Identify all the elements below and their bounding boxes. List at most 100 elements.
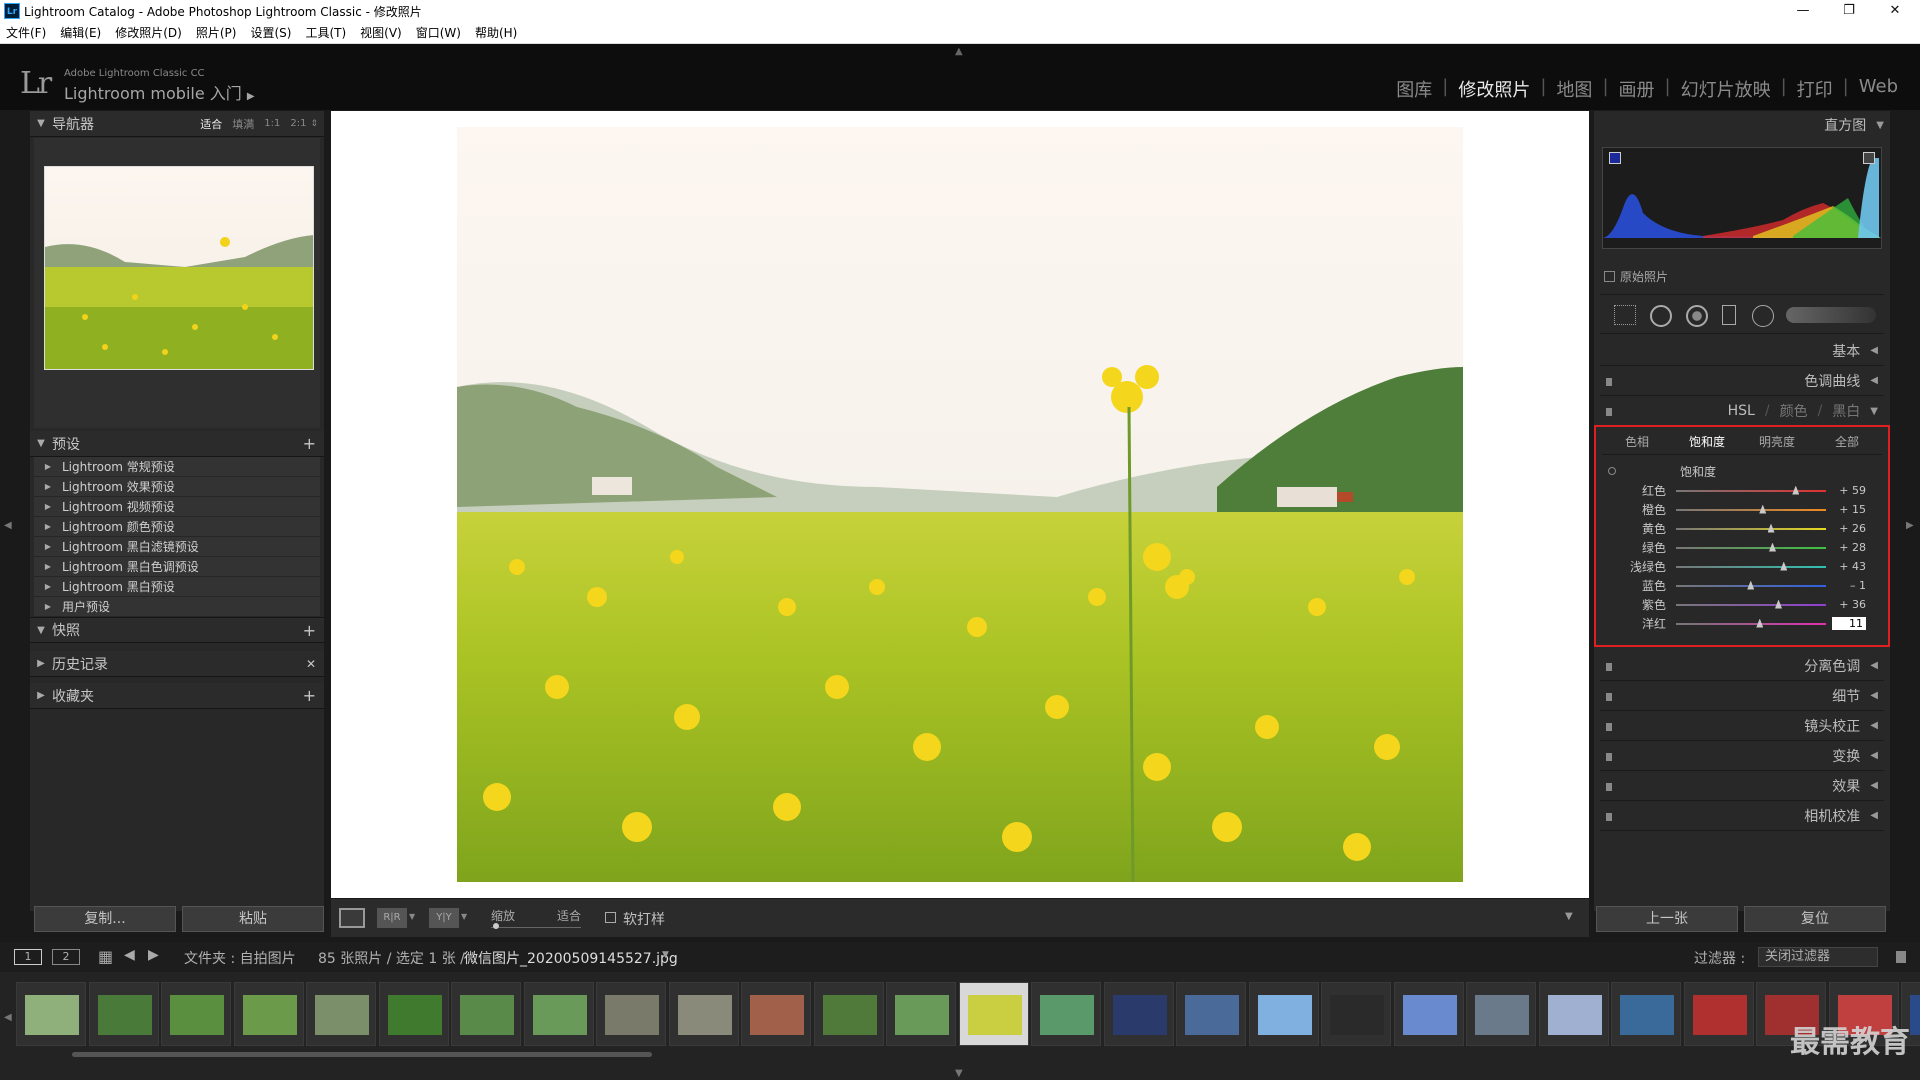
module-print[interactable]: 打印 [1787,76,1843,102]
filmstrip-thumbnail[interactable] [1031,982,1101,1046]
menu-tools[interactable]: 工具(T) [305,24,346,41]
filmstrip-thumbnail[interactable] [1321,982,1391,1046]
effects-panel-header[interactable]: 效果 ◀ [1600,771,1884,801]
hsl-slider-track[interactable] [1676,618,1826,628]
menu-photo[interactable]: 照片(P) [196,24,237,41]
maximize-button[interactable]: ❐ [1826,0,1872,22]
back-arrow-icon[interactable]: ◀ [124,947,135,963]
hsl-slider-thumb[interactable] [1792,485,1800,495]
collapse-right-icon[interactable]: ▶ [1906,520,1914,531]
hsl-slider-thumb[interactable] [1747,580,1755,590]
transform-panel-header[interactable]: 变换 ◀ [1600,741,1884,771]
hsl-slider-row[interactable]: 橙色 + 15 [1596,500,1888,519]
presets-header[interactable]: ▼ 预设 + [30,431,324,457]
add-collection-icon[interactable]: + [303,686,316,705]
hsl-slider-thumb[interactable] [1767,523,1775,533]
preset-folder-item[interactable]: ▶ Lightroom 常规预设 [34,457,320,477]
main-photo[interactable] [457,127,1463,882]
paste-settings-button[interactable]: 粘贴 [182,906,324,932]
filmstrip-thumbnail[interactable] [233,982,304,1046]
zoom-1-1[interactable]: 1:1 [264,118,280,129]
menu-file[interactable]: 文件(F) [6,24,46,41]
radial-filter-icon[interactable] [1752,305,1774,327]
module-map[interactable]: 地图 [1546,76,1602,102]
hsl-slider-value[interactable]: + 43 [1826,560,1866,573]
previous-button[interactable]: 上一张 [1596,906,1738,932]
panel-toggle-switch[interactable] [1606,783,1612,791]
module-slideshow[interactable]: 幻灯片放映 [1671,76,1781,102]
hsl-slider-track[interactable] [1676,580,1826,590]
histogram[interactable] [1602,147,1882,249]
grid-view-icon[interactable]: ▦ [98,947,113,966]
hsl-slider-track[interactable] [1676,561,1826,571]
lens-correction-panel-header[interactable]: 镜头校正 ◀ [1600,711,1884,741]
filmstrip-thumbnail[interactable] [741,982,811,1046]
before-after-yy-icon[interactable]: Y|Y [429,908,459,928]
module-library[interactable]: 图库 [1386,76,1442,102]
filmstrip-thumbnail[interactable] [451,982,521,1046]
zoom-fill[interactable]: 填满 [232,116,254,132]
navigator-thumbnail[interactable] [44,166,314,370]
hsl-slider-thumb[interactable] [1780,561,1788,571]
hsl-slider-thumb[interactable] [1756,618,1764,628]
hsl-slider-track[interactable] [1676,542,1826,552]
menu-help[interactable]: 帮助(H) [475,24,517,41]
module-develop[interactable]: 修改照片 [1448,76,1540,102]
forward-arrow-icon[interactable]: ▶ [148,947,159,963]
preset-folder-item[interactable]: ▶ Lightroom 黑白滤镜预设 [34,537,320,557]
zoom-2-1[interactable]: 2:1 [290,118,306,129]
loupe-view-icon[interactable] [339,908,365,928]
filmstrip-thumbnail[interactable] [523,982,594,1046]
reset-button[interactable]: 复位 [1744,906,1886,932]
filmstrip-thumbnail[interactable] [813,982,884,1046]
identity-plate[interactable]: Lightroom mobile 入门 ▶ [64,80,255,104]
panel-toggle-switch[interactable] [1606,813,1612,821]
hsl-slider-row[interactable]: 绿色 + 28 [1596,538,1888,557]
hsl-slider-row[interactable]: 浅绿色 + 43 [1596,557,1888,576]
shadow-clipping-icon[interactable] [1609,152,1621,164]
filmstrip-thumbnail[interactable] [161,982,231,1046]
filmstrip-thumbnail[interactable] [958,982,1029,1046]
hsl-panel-header[interactable]: HSL / 颜色 / 黑白 ▼ [1600,396,1884,426]
split-toning-panel-header[interactable]: 分离色调 ◀ [1600,651,1884,681]
copy-settings-button[interactable]: 复制... [34,906,176,932]
menu-window[interactable]: 窗口(W) [416,24,461,41]
filmstrip-thumbnail[interactable] [1466,982,1536,1046]
camera-calibration-panel-header[interactable]: 相机校准 ◀ [1600,801,1884,831]
hsl-slider-thumb[interactable] [1775,599,1782,609]
collapse-bottom-icon[interactable]: ▼ [955,1068,963,1079]
filmstrip-thumbnail[interactable] [16,982,86,1046]
add-snapshot-icon[interactable]: + [303,621,316,640]
chevron-down-icon[interactable]: ▼ [461,912,467,921]
soft-proof-checkbox[interactable] [605,912,616,923]
chevron-down-icon[interactable]: ▼ [409,912,415,921]
hsl-slider-row[interactable]: 黄色 + 26 [1596,519,1888,538]
hsl-slider-thumb[interactable] [1759,504,1767,514]
file-name[interactable]: 微信图片_20200509145527.jpg [464,948,678,968]
panel-toggle-switch[interactable] [1606,378,1612,386]
preset-folder-item[interactable]: ▶ 用户预设 [34,597,320,617]
red-eye-icon[interactable] [1686,305,1708,327]
panel-toggle-switch[interactable] [1606,663,1612,671]
adjustment-brush-icon[interactable] [1786,307,1876,323]
history-header[interactable]: ▶ 历史记录 ✕ [30,651,324,677]
hsl-slider-value[interactable]: + 15 [1826,503,1866,516]
graduated-filter-icon[interactable] [1722,305,1736,325]
original-photo-checkbox[interactable] [1604,271,1615,282]
zoom-fit[interactable]: 适合 [200,116,222,132]
hsl-slider-value[interactable]: 11 [1832,617,1866,630]
zoom-stepper-icon[interactable]: ⇕ [310,119,318,129]
hsl-slider-value[interactable]: + 28 [1826,541,1866,554]
filmstrip-scrollbar[interactable] [72,1052,652,1057]
hsl-slider-track[interactable] [1676,599,1826,609]
filmstrip-thumbnail[interactable] [1538,982,1609,1046]
filmstrip-thumbnail[interactable] [1393,982,1464,1046]
menu-develop[interactable]: 修改照片(D) [115,24,182,41]
filmstrip-thumbnail[interactable] [596,982,666,1046]
menu-edit[interactable]: 编辑(E) [60,24,101,41]
navigator-preview-area[interactable] [34,138,320,428]
hsl-slider-row[interactable]: 洋红 11 [1596,614,1888,633]
target-adjust-icon[interactable] [1608,467,1616,475]
scroll-left-icon[interactable]: ◀ [4,1012,12,1023]
highlight-clipping-icon[interactable] [1863,152,1875,164]
